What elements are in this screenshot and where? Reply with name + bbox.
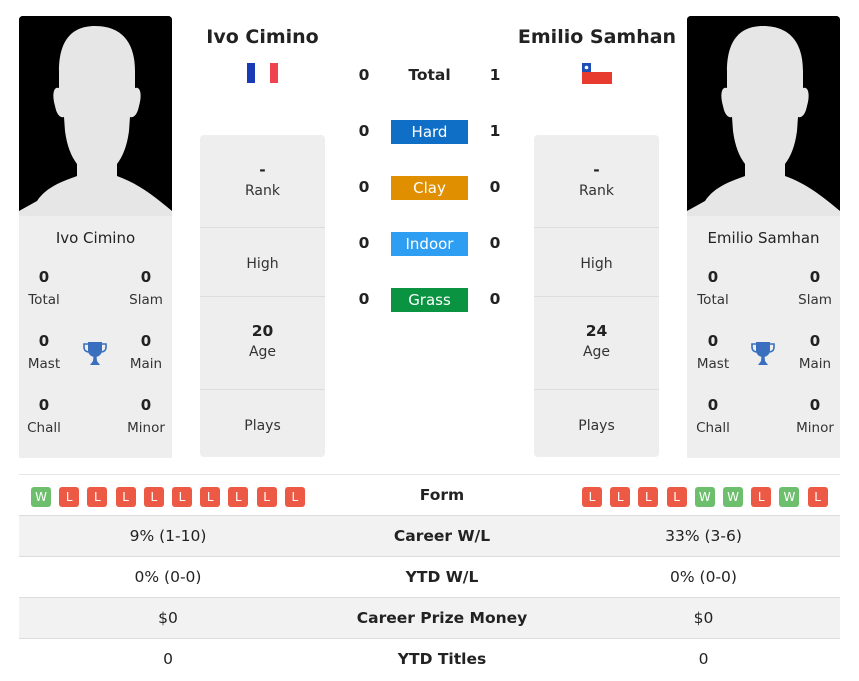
form-label: Form	[419, 486, 465, 504]
h2h-indoor-p1: 0	[358, 234, 370, 252]
player2-age: 24 Age	[534, 297, 659, 390]
player2-slam-titles: 0 Slam	[798, 268, 832, 308]
player2-plays: Plays	[578, 418, 615, 434]
player2-high: High	[534, 228, 659, 297]
player1-minor-titles: 0 Minor	[127, 396, 165, 436]
form-badge-loss[interactable]: L	[228, 487, 249, 507]
player1-high: High	[200, 228, 325, 297]
player1-plays: Plays	[244, 418, 281, 434]
h2h-clay-p1: 0	[358, 178, 370, 196]
h2h-grass-p2: 0	[489, 290, 501, 308]
h2h-hard-p1: 0	[358, 122, 370, 140]
form-row: WLLLLLLLLL Form LLLLWWLWL	[19, 474, 840, 515]
form-badge-win[interactable]: W	[31, 487, 51, 507]
player1-photo	[19, 16, 172, 216]
h2h-grass-p1: 0	[358, 290, 370, 308]
player2-main-titles: 0 Main	[798, 332, 832, 372]
trophy-icon	[83, 341, 107, 371]
form-badge-loss[interactable]: L	[582, 487, 602, 507]
player1-ytd-titles: 0	[163, 650, 173, 668]
player2-chall-titles: 0 Chall	[696, 396, 730, 436]
surface-grass-label[interactable]: Grass	[391, 288, 468, 312]
surface-hard-label[interactable]: Hard	[391, 120, 468, 144]
player1-age: 20 Age	[200, 297, 325, 390]
player1-mast-titles: 0 Mast	[27, 332, 61, 372]
form-badge-win[interactable]: W	[694, 487, 715, 507]
player1-ytd-wl: 0% (0-0)	[134, 568, 202, 586]
france-flag-icon	[247, 63, 278, 87]
form-badge-win[interactable]: W	[723, 487, 743, 507]
player2-photo	[687, 16, 840, 216]
player2-card: Emilio Samhan 0 Total 0 Slam 0 Mast 0 Ma…	[687, 216, 840, 458]
form-badge-loss[interactable]: L	[751, 487, 772, 507]
player2-card-name: Emilio Samhan	[707, 229, 820, 247]
form-badge-loss[interactable]: L	[256, 487, 277, 507]
form-badge-loss[interactable]: L	[666, 487, 687, 507]
player2-info-box: - Rank High 24 Age Plays	[534, 135, 659, 457]
player1-total-titles: 0 Total	[28, 268, 60, 308]
h2h-indoor-p2: 0	[489, 234, 501, 252]
surface-indoor-label[interactable]: Indoor	[391, 232, 468, 256]
chile-flag-icon	[582, 63, 612, 88]
player1-slam-titles: 0 Slam	[129, 268, 163, 308]
player2-prize-money: $0	[693, 609, 714, 627]
player1-name-link[interactable]: Ivo Cimino	[190, 26, 335, 48]
h2h-total-label: Total	[408, 66, 451, 84]
stats-row-ytd-wl: 0% (0-0) YTD W/L 0% (0-0)	[19, 556, 840, 597]
stats-row-prize-money: $0 Career Prize Money $0	[19, 597, 840, 638]
ytd-titles-label: YTD Titles	[397, 650, 487, 668]
form-badge-loss[interactable]: L	[143, 487, 164, 507]
form-badge-loss[interactable]: L	[807, 487, 828, 507]
player2-total-titles: 0 Total	[697, 268, 729, 308]
player2-ytd-wl: 0% (0-0)	[670, 568, 737, 586]
form-badge-loss[interactable]: L	[172, 487, 192, 507]
form-badge-loss[interactable]: L	[284, 487, 305, 507]
player1-card: Ivo Cimino 0 Total 0 Slam 0 Mast 0 Main …	[19, 216, 172, 458]
player1-chall-titles: 0 Chall	[27, 396, 61, 436]
player1-rank: - Rank	[200, 135, 325, 228]
h2h-total-p1: 0	[358, 66, 370, 84]
silhouette-icon	[19, 16, 172, 216]
stats-row-ytd-titles: 0 YTD Titles 0	[19, 638, 840, 679]
player2-career-wl: 33% (3-6)	[665, 527, 742, 545]
player2-rank: - Rank	[534, 135, 659, 228]
player2-ytd-titles: 0	[698, 650, 709, 668]
form-badge-loss[interactable]: L	[87, 487, 108, 507]
prize-money-label: Career Prize Money	[356, 609, 528, 627]
form-badge-win[interactable]: W	[779, 487, 800, 507]
form-badge-loss[interactable]: L	[59, 487, 80, 507]
player1-prize-money: $0	[158, 609, 178, 627]
form-badge-loss[interactable]: L	[115, 487, 136, 507]
form-badge-loss[interactable]: L	[638, 487, 659, 507]
career-wl-label: Career W/L	[393, 527, 491, 545]
h2h-clay-p2: 0	[489, 178, 501, 196]
silhouette-icon	[687, 16, 840, 216]
player2-minor-titles: 0 Minor	[796, 396, 834, 436]
player2-name-link[interactable]: Emilio Samhan	[510, 26, 684, 48]
h2h-total-p2: 1	[489, 66, 501, 84]
h2h-hard-p2: 1	[489, 122, 501, 140]
surface-clay-label[interactable]: Clay	[391, 176, 468, 200]
player1-career-wl: 9% (1-10)	[129, 527, 207, 545]
player2-mast-titles: 0 Mast	[696, 332, 730, 372]
player1-main-titles: 0 Main	[129, 332, 163, 372]
trophy-icon	[751, 341, 775, 371]
form-badge-loss[interactable]: L	[610, 487, 631, 507]
stats-row-career-wl: 9% (1-10) Career W/L 33% (3-6)	[19, 515, 840, 556]
ytd-wl-label: YTD W/L	[405, 568, 479, 586]
player1-card-name: Ivo Cimino	[55, 229, 136, 247]
form-badge-loss[interactable]: L	[200, 487, 221, 507]
player1-info-box: - Rank High 20 Age Plays	[200, 135, 325, 457]
